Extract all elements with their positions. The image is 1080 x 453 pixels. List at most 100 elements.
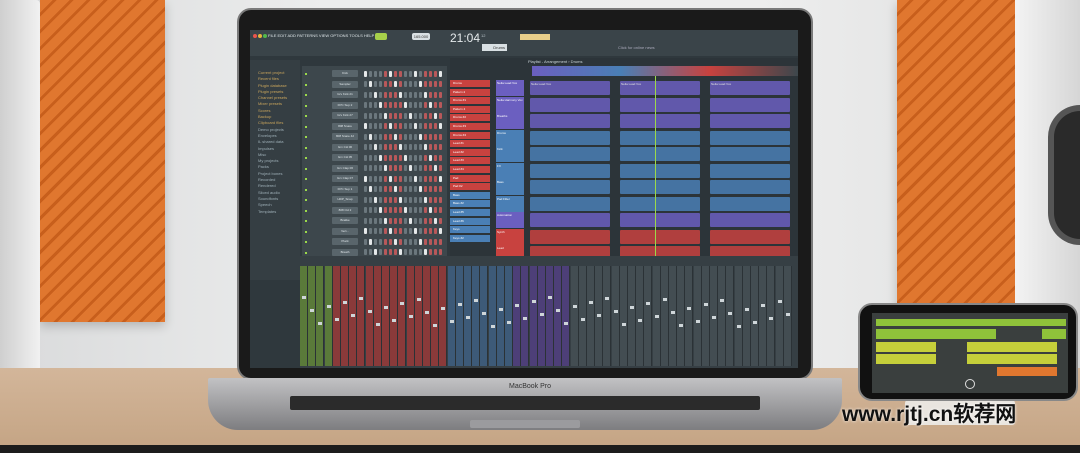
playlist-clip[interactable]	[710, 97, 790, 112]
step-button[interactable]	[369, 207, 372, 213]
step-button[interactable]	[429, 175, 432, 182]
fader[interactable]	[482, 312, 487, 315]
step-button[interactable]	[419, 196, 422, 203]
step-button[interactable]	[364, 165, 367, 171]
step-button[interactable]	[414, 91, 417, 98]
fader[interactable]	[695, 320, 700, 323]
step-button[interactable]	[374, 102, 377, 108]
playlist-clip[interactable]	[620, 130, 700, 145]
fader[interactable]	[630, 306, 634, 309]
fader[interactable]	[326, 305, 331, 308]
step-button[interactable]	[429, 91, 432, 98]
channel-row[interactable]: Grv Kick 27	[302, 112, 447, 121]
step-button[interactable]	[369, 175, 372, 182]
step-button[interactable]	[384, 207, 387, 213]
fader[interactable]	[654, 315, 659, 318]
step-button[interactable]	[419, 144, 422, 150]
step-button[interactable]	[419, 249, 422, 255]
mixer-strip[interactable]	[578, 266, 587, 366]
fader[interactable]	[605, 297, 610, 300]
mute-led[interactable]	[305, 73, 307, 75]
channel-row[interactable]: Grv Clap 07	[302, 175, 447, 184]
step-button[interactable]	[429, 238, 432, 245]
step-button[interactable]	[379, 175, 382, 182]
fader[interactable]	[408, 315, 413, 318]
step-button[interactable]	[399, 81, 402, 87]
mixer-strip[interactable]	[390, 266, 399, 366]
fader[interactable]	[351, 314, 356, 317]
step-button[interactable]	[419, 123, 422, 129]
mute-led[interactable]	[305, 115, 307, 117]
step-button[interactable]	[409, 81, 412, 87]
channel-name[interactable]: Grv CH 05	[332, 154, 358, 161]
step-button[interactable]	[429, 102, 432, 108]
step-button[interactable]	[374, 81, 377, 87]
step-button[interactable]	[424, 81, 427, 87]
channel-row[interactable]: FPC Sup 2	[302, 101, 447, 111]
step-button[interactable]	[424, 154, 427, 161]
step-button[interactable]	[404, 102, 407, 108]
step-button[interactable]	[384, 123, 387, 129]
step-button[interactable]	[364, 196, 367, 203]
step-button[interactable]	[429, 196, 432, 203]
step-button[interactable]	[404, 217, 407, 224]
step-button[interactable]	[384, 102, 387, 108]
step-button[interactable]	[424, 112, 427, 119]
step-button[interactable]	[394, 144, 397, 150]
fader[interactable]	[564, 322, 569, 325]
step-button[interactable]	[439, 217, 442, 224]
step-button[interactable]	[439, 133, 442, 140]
step-button[interactable]	[419, 238, 422, 245]
fader[interactable]	[384, 306, 388, 309]
fader[interactable]	[531, 300, 536, 303]
step-button[interactable]	[414, 175, 417, 182]
step-button[interactable]	[414, 228, 417, 234]
step-button[interactable]	[404, 228, 407, 234]
step-button[interactable]	[374, 144, 377, 150]
step-button[interactable]	[374, 186, 377, 192]
playlist-clip[interactable]	[710, 213, 790, 227]
step-button[interactable]	[404, 175, 407, 182]
step-button[interactable]	[409, 91, 412, 98]
fader[interactable]	[474, 299, 479, 302]
mixer-strip[interactable]	[677, 266, 686, 366]
channel-row[interactable]: Grv CH 06	[302, 143, 447, 153]
step-button[interactable]	[404, 207, 407, 213]
fader[interactable]	[392, 319, 397, 322]
step-button[interactable]	[409, 123, 412, 129]
step-button[interactable]	[439, 249, 442, 255]
step-button[interactable]	[424, 144, 427, 150]
step-button[interactable]	[364, 238, 367, 245]
channel-name[interactable]: HDP_Snap	[332, 196, 358, 203]
step-button[interactable]	[409, 175, 412, 182]
step-button[interactable]	[394, 112, 397, 119]
fader[interactable]	[671, 311, 675, 314]
step-button[interactable]	[384, 112, 387, 119]
fader[interactable]	[310, 309, 315, 312]
step-button[interactable]	[384, 91, 387, 98]
step-button[interactable]	[424, 186, 427, 192]
mute-led[interactable]	[305, 83, 307, 86]
step-button[interactable]	[439, 91, 442, 98]
step-button[interactable]	[434, 165, 437, 171]
step-button[interactable]	[394, 207, 397, 213]
mute-led[interactable]	[305, 220, 307, 222]
step-button[interactable]	[429, 249, 432, 255]
fader[interactable]	[589, 301, 593, 304]
step-button[interactable]	[374, 112, 377, 119]
step-button[interactable]	[379, 165, 382, 171]
track-header[interactable]: Nelia Lead Vox	[496, 80, 524, 96]
step-button[interactable]	[369, 144, 372, 150]
step-button[interactable]	[439, 112, 442, 119]
step-button[interactable]	[379, 154, 382, 161]
step-button[interactable]	[384, 144, 387, 150]
mixer-strip[interactable]	[710, 266, 718, 366]
step-button[interactable]	[399, 144, 402, 150]
track-header[interactable]: Drums	[496, 129, 524, 146]
track-header[interactable]: Bass	[496, 179, 524, 195]
mixer-strip[interactable]	[628, 266, 636, 366]
mute-led[interactable]	[305, 178, 307, 180]
channel-row[interactable]: 808 Snare	[302, 122, 447, 132]
step-button[interactable]	[399, 217, 402, 224]
mixer-strip[interactable]	[669, 266, 677, 366]
